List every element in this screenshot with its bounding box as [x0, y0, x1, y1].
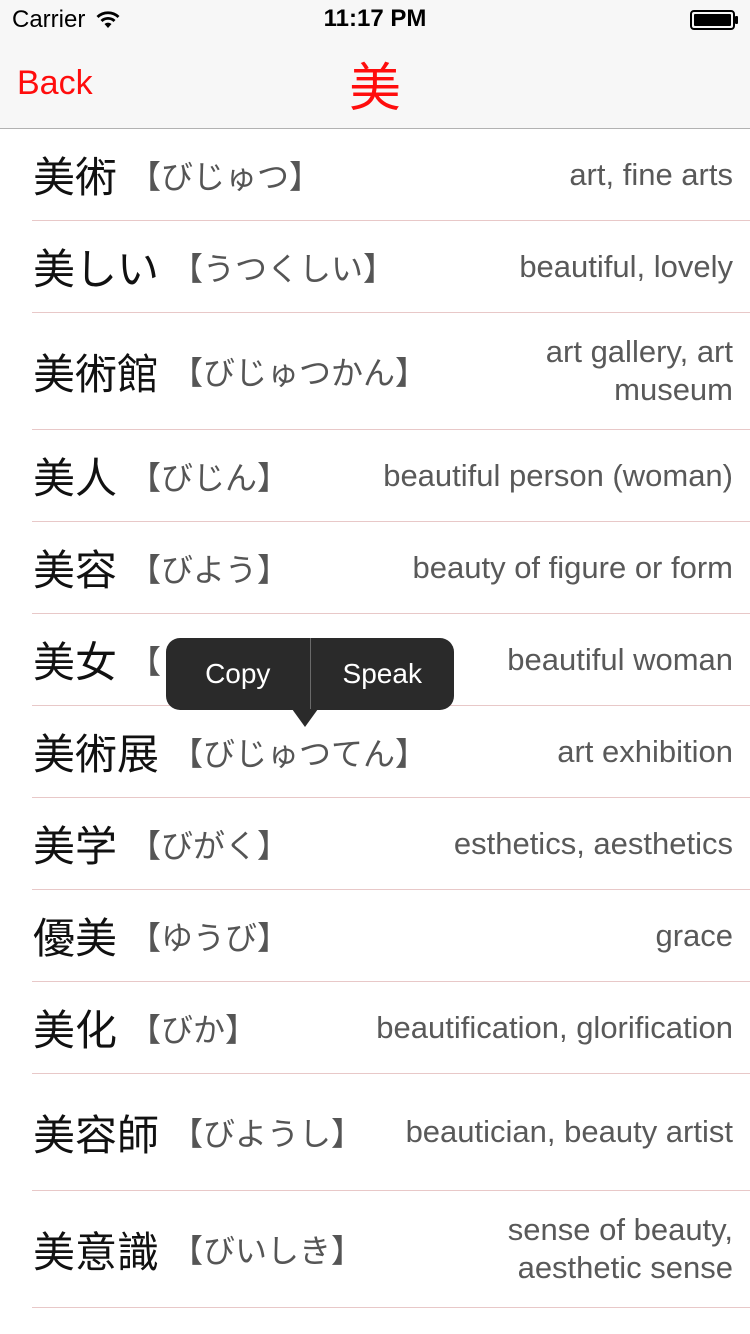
list-item[interactable]: 優美 【ゆうび】 grace — [0, 890, 750, 982]
word-meaning: beautiful, lovely — [519, 248, 733, 284]
word-meaning: beautician, beauty artist — [405, 1114, 733, 1149]
word-kanji: 美術館 — [33, 349, 160, 399]
list-item[interactable]: 美人 【びじん】 beautiful person (woman) — [0, 430, 750, 522]
word-kanji: 美人 — [33, 454, 118, 503]
word-meaning: grace — [655, 917, 733, 953]
list-item[interactable]: 美化 【びか】 beautification, glorification — [0, 982, 750, 1074]
word-kanji: 優美 — [33, 914, 118, 963]
word-meaning: beauty of figure or form — [412, 549, 734, 585]
battery-icon — [690, 10, 738, 30]
list-item[interactable]: 美術展 【びじゅつてん】 art exhibition — [0, 706, 750, 798]
list-item[interactable]: 美学 【びがく】 esthetics, aesthetics — [0, 798, 750, 890]
word-kanji: 美術 — [33, 153, 118, 202]
word-reading: 【びじゅつかん】 — [171, 354, 428, 392]
word-kanji: 美化 — [33, 1006, 118, 1055]
word-reading: 【びじん】 — [129, 458, 290, 497]
word-meaning: art gallery, art museum — [545, 334, 733, 407]
list-item[interactable]: 美容師 【びようし】 beautician, beauty artist — [0, 1074, 750, 1191]
back-button[interactable]: Back — [17, 64, 93, 103]
list-item[interactable]: 美しい 【うつくしい】 beautiful, lovely — [0, 221, 750, 313]
edit-menu-popover: Copy Speak — [166, 638, 454, 710]
word-kanji: 美しい — [33, 245, 160, 294]
word-reading: 【びか】 — [129, 1010, 258, 1049]
page-title: 美 — [0, 46, 750, 121]
page-title-text: 美 — [348, 59, 401, 119]
word-reading: 【びじゅつてん】 — [171, 734, 428, 773]
status-time: 11:17 PM — [323, 5, 427, 32]
list-item[interactable]: 美容 【びよう】 beauty of figure or form — [0, 522, 750, 614]
word-kanji: 美学 — [33, 822, 118, 871]
word-reading: 【 — [129, 642, 162, 681]
status-bar: Carrier 11:17 PM — [0, 0, 750, 40]
list-item[interactable]: 美意識 【びいしき】 sense of beauty, aesthetic se… — [0, 1191, 750, 1308]
word-meaning: sense of beauty, aesthetic sense — [507, 1212, 733, 1285]
word-kanji: 美女 — [33, 638, 118, 687]
word-reading: 【うつくしい】 — [171, 249, 396, 288]
word-meaning: art, fine arts — [569, 156, 733, 192]
word-reading: 【びようし】 — [171, 1115, 364, 1153]
word-kanji: 美意識 — [33, 1227, 160, 1277]
word-reading: 【びいしき】 — [171, 1232, 364, 1270]
list-item[interactable]: 美術 【びじゅつ】 art, fine arts — [0, 129, 750, 221]
word-meaning: beautification, glorification — [376, 1009, 733, 1045]
list-item[interactable]: 美術館 【びじゅつかん】 art gallery, art museum — [0, 313, 750, 430]
navigation-bar: Back 美 — [0, 40, 750, 128]
word-reading: 【びがく】 — [129, 826, 290, 865]
copy-menu-item[interactable]: Copy — [166, 638, 310, 710]
word-meaning: esthetics, aesthetics — [453, 825, 733, 861]
word-reading: 【びよう】 — [129, 550, 290, 589]
top-bar: Carrier 11:17 PM Back 美 — [0, 0, 750, 129]
app-screen: Carrier 11:17 PM Back 美 美術 【びじゅつ】 art, f… — [0, 0, 750, 1334]
word-kanji: 美容師 — [33, 1110, 160, 1160]
word-meaning: beautiful person (woman) — [383, 457, 733, 493]
popover-arrow — [292, 709, 318, 727]
word-reading: 【びじゅつ】 — [129, 157, 322, 196]
word-meaning: art exhibition — [557, 733, 733, 769]
word-reading: 【ゆうび】 — [129, 918, 290, 957]
word-kanji: 美術展 — [33, 730, 160, 779]
word-list: 美術 【びじゅつ】 art, fine arts 美しい 【うつくしい】 bea… — [0, 129, 750, 1308]
word-kanji: 美容 — [33, 546, 118, 595]
speak-menu-item[interactable]: Speak — [311, 638, 455, 710]
